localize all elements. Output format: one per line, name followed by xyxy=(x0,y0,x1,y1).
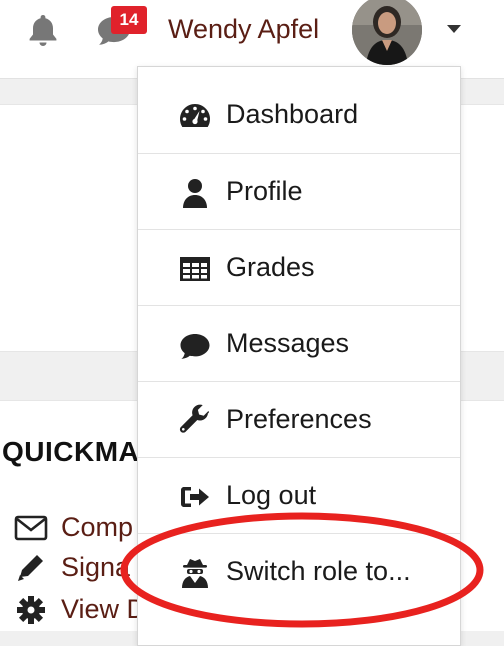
table-icon xyxy=(180,257,210,281)
menu-item-label: Switch role to... xyxy=(226,556,411,586)
envelope-icon xyxy=(14,515,48,541)
quickmail-link-label: View D xyxy=(61,594,147,624)
menu-item-messages[interactable]: Messages xyxy=(138,305,460,380)
quickmail-link-label: Signa xyxy=(61,552,131,582)
pencil-icon xyxy=(18,555,43,581)
quickmail-link-label: Comp xyxy=(61,512,134,542)
menu-item-preferences[interactable]: Preferences xyxy=(138,381,460,456)
user-dropdown-menu: Dashboard Profile Grades Messages Prefer… xyxy=(137,66,461,646)
menu-item-label: Messages xyxy=(226,328,350,358)
avatar-photo xyxy=(352,0,422,65)
menu-item-log-out[interactable]: Log out xyxy=(138,457,460,532)
menu-item-label: Preferences xyxy=(226,404,372,434)
avatar[interactable] xyxy=(352,0,422,65)
sign-out-icon xyxy=(181,487,209,507)
tachometer-icon xyxy=(180,104,210,127)
user-secret-icon xyxy=(182,559,208,588)
user-name[interactable]: Wendy Apfel xyxy=(168,10,319,48)
menu-item-grades[interactable]: Grades xyxy=(138,229,460,304)
menu-item-label: Log out xyxy=(226,480,317,510)
menu-item-dashboard[interactable]: Dashboard xyxy=(138,77,460,152)
caret-down-icon[interactable] xyxy=(447,25,461,33)
bell-icon[interactable] xyxy=(26,12,60,48)
wrench-icon xyxy=(179,404,209,433)
gear-icon xyxy=(17,596,45,624)
menu-item-switch-role[interactable]: Switch role to... xyxy=(138,533,460,608)
menu-item-profile[interactable]: Profile xyxy=(138,153,460,228)
quickmail-title: QUICKMA xyxy=(2,436,140,467)
menu-item-label: Grades xyxy=(226,252,315,282)
comment-icon xyxy=(180,334,210,359)
menu-item-label: Dashboard xyxy=(226,99,359,129)
user-icon xyxy=(183,179,207,208)
menu-item-label: Profile xyxy=(226,176,303,206)
message-count-badge: 14 xyxy=(111,6,147,34)
